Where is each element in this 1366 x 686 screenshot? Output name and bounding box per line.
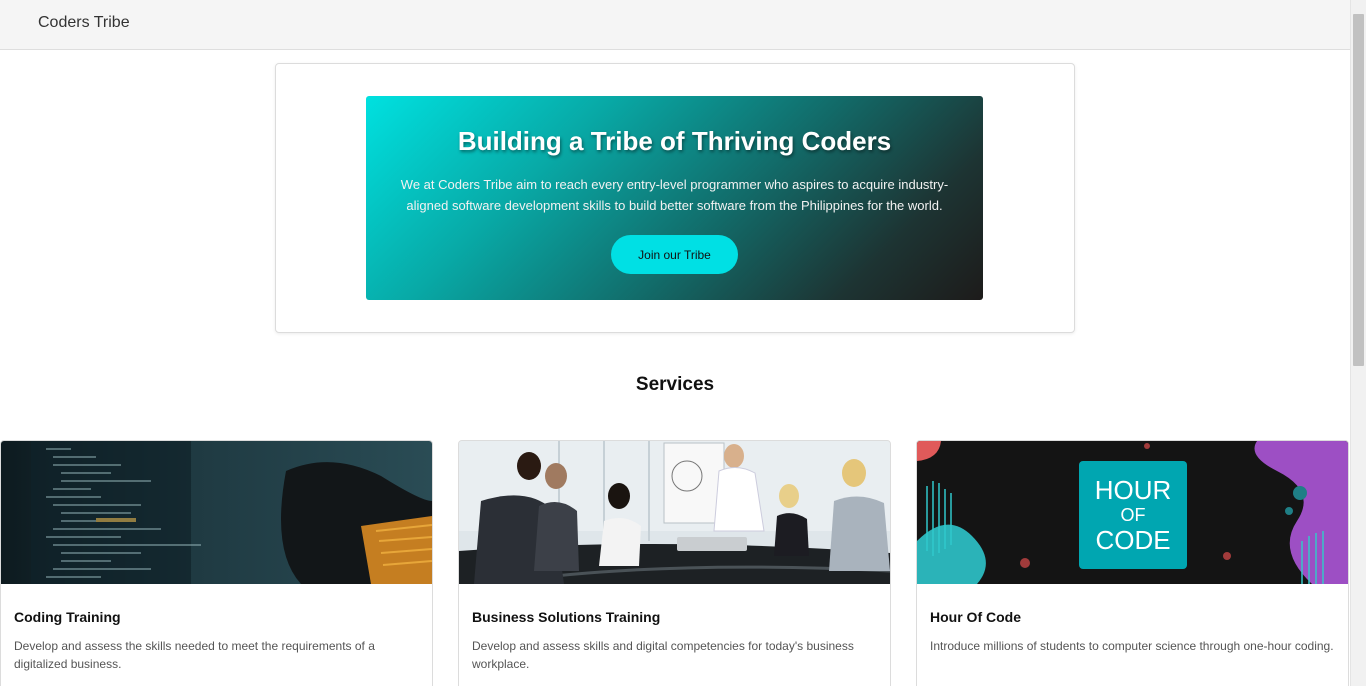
business-meeting-image [459,441,890,584]
hero-title: Building a Tribe of Thriving Coders [457,126,892,156]
service-card-coding-training[interactable]: Coding Training Develop and assess the s… [0,440,433,686]
coding-training-image [1,441,432,584]
join-tribe-button[interactable]: Join our Tribe [611,235,738,274]
service-card-business-solutions[interactable]: Business Solutions Training Develop and … [458,440,891,686]
hour-text: HOUR [1095,475,1172,505]
service-card-hour-of-code[interactable]: HOUR OF CODE Hour Of Code Introduce mill… [916,440,1349,686]
hero-description: We at Coders Tribe aim to reach every en… [400,177,949,213]
card-title: Business Solutions Training [472,609,661,625]
card-description: Introduce millions of students to comput… [930,639,1334,653]
card-description: Develop and assess the skills needed to … [14,639,375,671]
card-title: Coding Training [14,609,121,625]
top-navbar: Coders Tribe [0,0,1350,50]
code-text: CODE [1095,525,1170,555]
page: Coders Tribe Building a Tribe of Thrivin… [0,0,1366,686]
card-description: Develop and assess skills and digital co… [472,639,854,671]
scrollbar-thumb[interactable] [1353,14,1364,366]
card-title: Hour Of Code [930,609,1021,625]
services-heading: Services [635,374,715,395]
hero-card: Building a Tribe of Thriving Coders We a… [275,63,1075,333]
hour-of-code-image: HOUR OF CODE [917,441,1348,584]
vertical-scrollbar[interactable] [1350,0,1366,686]
brand-link[interactable]: Coders Tribe [38,14,130,32]
hero-banner: Building a Tribe of Thriving Coders We a… [366,96,983,300]
of-text: OF [1121,505,1146,525]
